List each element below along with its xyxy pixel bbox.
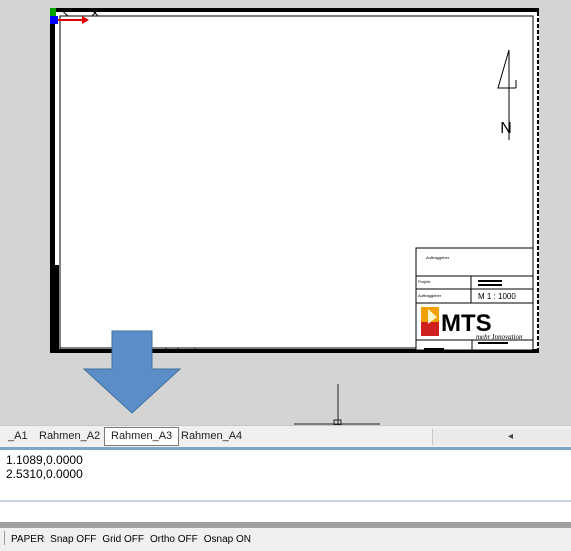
snap-toggle[interactable]: Snap OFF (50, 528, 96, 551)
osnap-toggle[interactable]: Osnap ON (204, 528, 251, 551)
cursor-crosshair-icon (294, 384, 380, 425)
logo-slogan: mehr Innovation (476, 333, 523, 341)
sheet-border-left (50, 8, 55, 353)
horizontal-scrollbar[interactable]: ◂ (432, 429, 571, 445)
strip-bar (75, 350, 110, 352)
grid-toggle[interactable]: Grid OFF (102, 528, 144, 551)
command-line: 2.5310,0.0000 (6, 467, 83, 481)
paper-space-view[interactable]: N Auftraggeber Projekt Auftraggeber M 1 … (0, 0, 571, 425)
status-grip (4, 530, 5, 545)
status-bar: PAPER Snap OFF Grid OFF Ortho OFF Osnap ON (0, 528, 571, 551)
sheet-border-top (50, 8, 539, 12)
client-field: Auftraggeber (426, 255, 450, 260)
tab-rahmen-a4[interactable]: Rahmen_A4 (175, 428, 248, 445)
left-marker (55, 265, 59, 350)
tab-a1[interactable]: _A1 (2, 428, 34, 445)
project-field: Projekt (418, 279, 431, 284)
scroll-left-icon[interactable]: ◂ (508, 429, 513, 445)
paper-space-toggle[interactable]: PAPER (11, 528, 44, 551)
scale-text: M 1 : 1000 (478, 292, 516, 301)
command-input[interactable] (0, 502, 571, 522)
ortho-toggle[interactable]: Ortho OFF (150, 528, 198, 551)
north-label: N (500, 120, 512, 137)
strip-bar (200, 350, 225, 352)
command-history: 1.1089,0.0000 2.5310,0.0000 (0, 450, 571, 500)
drawing-canvas[interactable]: N Auftraggeber Projekt Auftraggeber M 1 … (0, 0, 571, 425)
command-line: 1.1089,0.0000 (6, 453, 83, 467)
layout-tab-bar: _A1 Rahmen_A2 Rahmen_A3 Rahmen_A4 ◂ (0, 425, 571, 448)
tab-rahmen-a3[interactable]: Rahmen_A3 (104, 427, 180, 446)
contractor-field: Auftraggeber (418, 293, 442, 298)
tab-rahmen-a2[interactable]: Rahmen_A2 (33, 428, 106, 445)
